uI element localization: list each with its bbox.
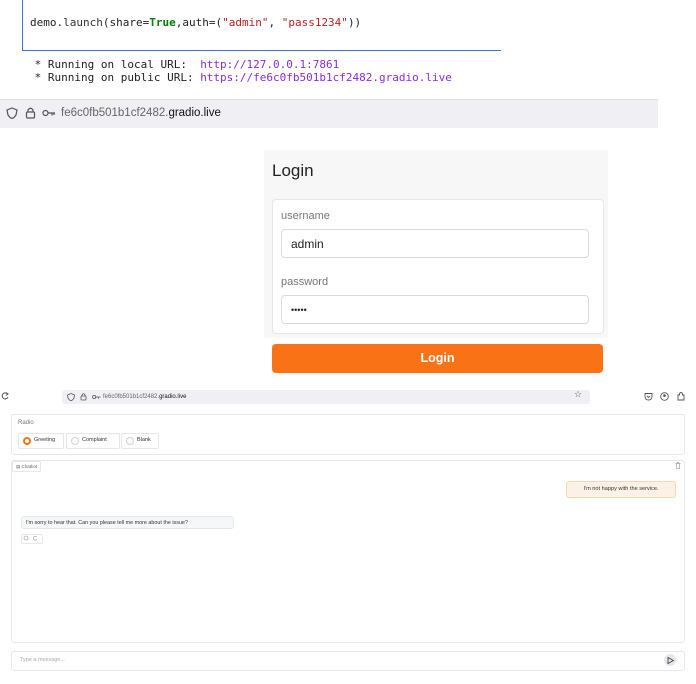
username-field[interactable]: admin	[281, 229, 589, 258]
url-domain-small: gradio.live	[159, 394, 187, 400]
lock-icon-small[interactable]	[80, 392, 87, 401]
code-auth-kw: ,auth=(	[175, 16, 223, 29]
radio-option-label: Greeting	[34, 437, 56, 443]
message-input[interactable]	[11, 651, 685, 671]
radio-option-blank[interactable]: Blank	[121, 433, 159, 449]
code-pass-string: "pass1234"	[281, 16, 348, 29]
shield-icon-small[interactable]	[67, 393, 75, 401]
radio-option-label: Blank	[137, 437, 151, 443]
trash-icon[interactable]	[675, 462, 681, 469]
url-domain: gradio.live	[168, 107, 221, 119]
message-placeholder: Type a message...	[20, 657, 65, 663]
output-local-label: * Running on local URL:	[28, 58, 201, 71]
local-url-link[interactable]: http://127.0.0.1:7861	[200, 58, 339, 71]
password-label: password	[281, 276, 329, 288]
radio-option-label: Complaint	[82, 437, 107, 443]
chatbot-label-text: Chatbot	[21, 464, 38, 469]
code-user-string: "admin"	[222, 16, 269, 29]
extensions-icon[interactable]	[677, 391, 685, 401]
radio-option-complaint[interactable]: Complaint	[66, 433, 120, 449]
output-local-line: * Running on local URL: http://127.0.0.1…	[28, 58, 340, 71]
url-subdomain-small: fe6c0fb501b1cf2482.	[103, 394, 160, 400]
code-object: demo.	[30, 16, 64, 29]
password-field[interactable]: •••••	[281, 295, 589, 324]
reload-icon[interactable]	[1, 391, 9, 401]
bot-message: I'm sorry to hear that. Can you please t…	[21, 516, 234, 529]
shield-icon[interactable]	[6, 107, 18, 119]
code-suffix: ))	[347, 16, 362, 29]
code-share-value: True	[149, 16, 176, 29]
login-button[interactable]: Login	[272, 344, 603, 373]
output-public-label: * Running on public URL:	[28, 71, 201, 84]
code-separator: ,	[268, 16, 282, 29]
address-url[interactable]: fe6c0fb501b1cf2482.gradio.live	[61, 107, 221, 119]
code-line: demo.launch(share=True,auth=("admin", "p…	[30, 16, 361, 29]
send-icon	[667, 657, 674, 664]
public-url-link[interactable]: https://fe6c0fb501b1cf2482.gradio.live	[200, 71, 452, 84]
bookmark-star-icon[interactable]: ☆	[574, 390, 582, 400]
address-url-small[interactable]: fe6c0fb501b1cf2482.gradio.live	[103, 394, 186, 400]
key-icon-small[interactable]	[92, 394, 101, 400]
output-public-line: * Running on public URL: https://fe6c0fb…	[28, 71, 452, 84]
lock-icon[interactable]	[25, 106, 36, 119]
copy-icon[interactable]	[23, 535, 29, 541]
key-icon[interactable]	[42, 109, 56, 117]
radio-option-greeting[interactable]: Greeting	[18, 433, 64, 449]
retry-icon[interactable]	[32, 535, 38, 541]
login-title: Login	[272, 161, 314, 180]
radio-unselected-icon	[126, 437, 134, 445]
radio-unselected-icon	[71, 437, 79, 445]
radio-label: Radio	[18, 420, 34, 426]
pocket-icon[interactable]	[644, 392, 653, 401]
user-message: I'm not happy with the service.	[566, 481, 676, 498]
account-icon[interactable]	[660, 392, 669, 401]
chatbot-label: ▤ Chatbot	[12, 461, 42, 472]
url-subdomain: fe6c0fb501b1cf2482.	[61, 107, 169, 119]
radio-selected-icon	[23, 437, 31, 445]
username-label: username	[281, 210, 330, 222]
code-share-kw: (share=	[102, 16, 150, 29]
code-function: launch	[63, 16, 103, 29]
